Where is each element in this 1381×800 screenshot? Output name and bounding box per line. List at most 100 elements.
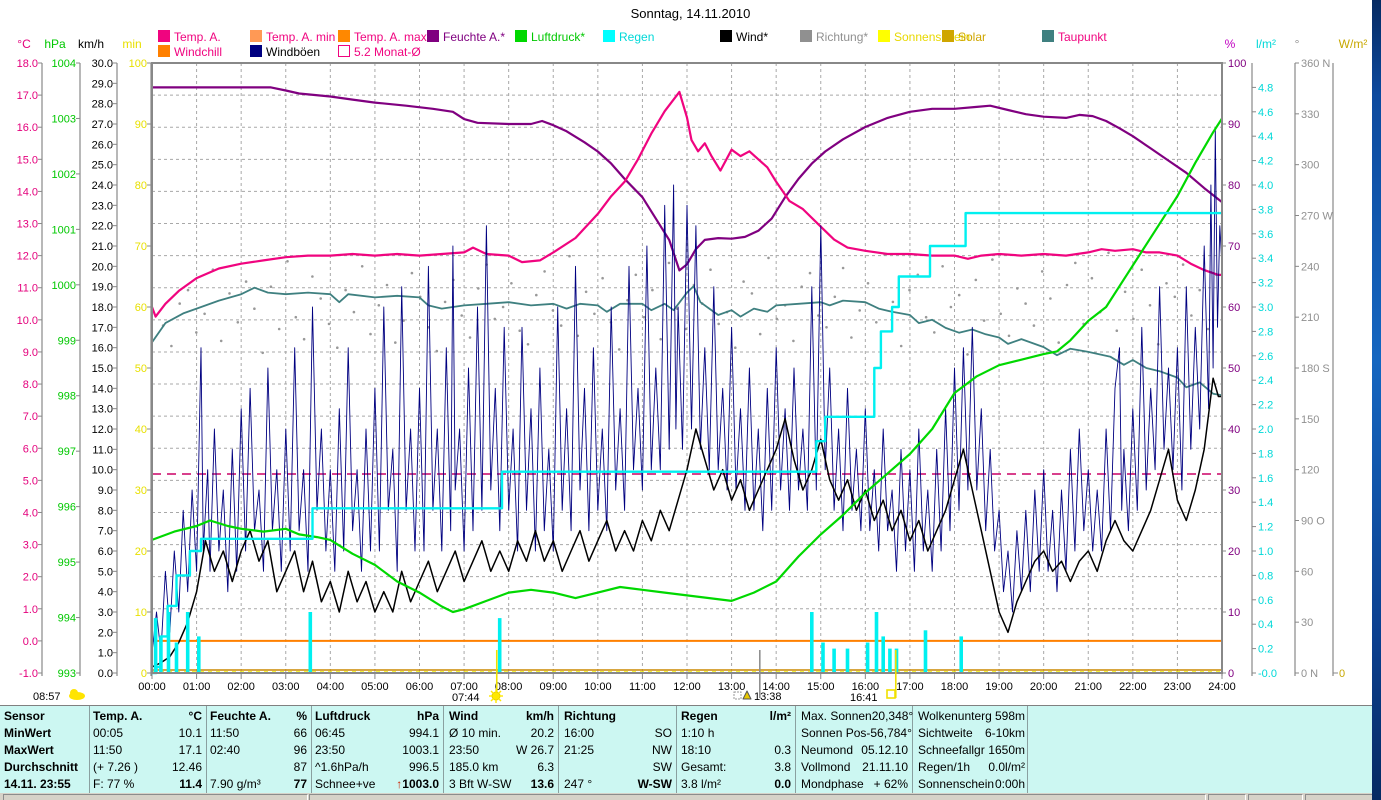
rain-axis-label: 3.8 (1258, 204, 1273, 216)
table-column: Luftdruck hPa 06:45 994.1 23:50 1003.1 ^1.6hPa… (315, 706, 439, 793)
table-column-separator (795, 706, 796, 794)
rain-axis-label: 4.4 (1258, 131, 1273, 143)
table-column-separator (676, 706, 677, 794)
table-cell: 10.1 (178, 726, 202, 740)
table-column: Regen l/m² 1:10 h 18:10 0.3 Gesamt: 3.8 3.8 l/m… (681, 706, 791, 793)
temp-axis-label: 16.0 (17, 122, 38, 134)
rain-interval-bar (923, 630, 928, 672)
rain-axis-label: 4.0 (1258, 180, 1273, 192)
table-cell: Mondphase (801, 777, 864, 791)
wind-direction-dot (792, 339, 795, 343)
table-cell: Regen (681, 709, 718, 723)
direction-axis-label: 180 S (1301, 363, 1330, 375)
wind-axis-label: 10.0 (92, 465, 113, 477)
table-cell: MinWert (4, 726, 52, 740)
wind-direction-dot (775, 317, 779, 321)
wind-direction-dot (1181, 263, 1185, 266)
sunset-time-label: 16:41 (850, 692, 878, 704)
table-row: SW (564, 759, 672, 776)
pressure-axis-label: 1001 (52, 224, 76, 236)
humidity-axis-label: 50 (1228, 363, 1240, 375)
direction-axis-label: 60 (1301, 566, 1313, 578)
wind-direction-dot (1140, 268, 1143, 272)
table-cell: + 62% (873, 777, 908, 791)
table-cell: 17.1 (178, 743, 202, 757)
table-cell: Feuchte A. (210, 709, 271, 723)
table-cell: Gesamt: (681, 760, 727, 774)
x-axis-hour-label: 19:00 (985, 681, 1013, 693)
table-cell: 66 (293, 726, 307, 740)
table-cell: 11:50 (93, 743, 123, 757)
table-row: (+ 7.26 ) 12.46 (93, 759, 202, 776)
table-row: Feuchte A.% (210, 708, 307, 725)
wind-direction-dot (1132, 317, 1135, 321)
x-axis-hour-label: 24:00 (1208, 681, 1236, 693)
wind-direction-dot (808, 271, 812, 275)
table-cell: -56,784° (866, 726, 912, 740)
table-row: Max. Sonnen 20,348° (801, 708, 913, 725)
table-cell: °C (188, 709, 202, 723)
wind-direction-dot (966, 353, 969, 356)
sun-ray (490, 690, 494, 694)
rain-axis-label: 0.6 (1258, 595, 1273, 607)
rain-axis-label: 3.0 (1258, 302, 1273, 314)
wind-direction-dot (1206, 327, 1210, 331)
table-cell: 23:50 (315, 743, 346, 757)
table-cell: 994.1 (408, 726, 439, 740)
wind-direction-dot (543, 270, 546, 273)
x-axis-hour-label: 08:00 (495, 681, 523, 693)
direction-axis-label: 210 (1301, 312, 1319, 324)
wind-direction-dot (1115, 329, 1119, 333)
wind-direction-dot (501, 305, 505, 309)
rain-interval-bar (881, 636, 885, 672)
table-cell: Neumond (801, 743, 854, 757)
table-cell: Sonnen Pos (801, 726, 867, 740)
wind-axis-label: 4.0 (98, 587, 113, 599)
wind-direction-dot (1074, 261, 1077, 265)
humidity-axis-label: 90 (1228, 119, 1240, 131)
x-axis-hour-label: 04:00 (317, 681, 345, 693)
rain-axis-label: 3.2 (1258, 278, 1273, 290)
wind-direction-dot (443, 300, 447, 304)
rain-axis-label: -0.0 (1258, 668, 1277, 680)
table-row: 00:05 10.1 (93, 725, 202, 742)
wind-axis-label: 2.0 (98, 627, 113, 639)
rain-interval-bar (959, 636, 963, 672)
table-column-separator (558, 706, 559, 794)
rain-axis-label: 0.2 (1258, 644, 1273, 656)
wind-axis-label: 26.0 (92, 139, 113, 151)
wind-direction-dot (924, 315, 928, 319)
wind-axis-label: 17.0 (92, 322, 113, 334)
table-cell: 1003.1 (402, 743, 439, 757)
table-cell: 12.46 (171, 760, 202, 774)
wind-axis-label: 8.0 (98, 505, 113, 517)
wind-direction-dot (800, 285, 803, 289)
wind-axis-label: 28.0 (92, 99, 113, 111)
sunset-icon (886, 689, 896, 699)
x-axis-hour-label: 12:00 (673, 681, 701, 693)
table-cell: W 26.7 (515, 743, 554, 757)
table-row: 3 Bft W-SW 13.6 (449, 776, 554, 793)
wind-direction-dot (1148, 304, 1152, 307)
table-row: Gesamt: 3.8 (681, 759, 791, 776)
table-row: Wind km/h (449, 708, 554, 725)
wind-direction-dot (526, 343, 530, 346)
table-column: Sensor MinWert MaxWert Durchschnitt 14.11. 2… (4, 706, 86, 793)
table-row: Mondphase + 62% (801, 776, 908, 793)
table-cell: Vollmond (801, 760, 851, 774)
humidity-axis-label: 30 (1228, 485, 1240, 497)
table-cell: 0.0l/m² (988, 760, 1025, 774)
table-cell: Schneefallgr (918, 743, 985, 757)
table-cell: 13.6 (530, 777, 554, 791)
axis-unit-header: hPa (44, 37, 66, 51)
pressure-axis-label: 997 (58, 446, 76, 458)
table-row: Neumond 05.12.10 (801, 742, 908, 759)
rain-interval-bar (832, 648, 836, 672)
table-cell: hPa (416, 709, 439, 723)
x-axis-hour-label: 20:00 (1030, 681, 1058, 693)
table-row: 18:10 0.3 (681, 742, 791, 759)
table-column-separator (311, 706, 312, 794)
wind-direction-dot (841, 266, 845, 270)
wind-axis-label: 20.0 (92, 261, 113, 273)
rain-interval-bar (308, 612, 313, 672)
